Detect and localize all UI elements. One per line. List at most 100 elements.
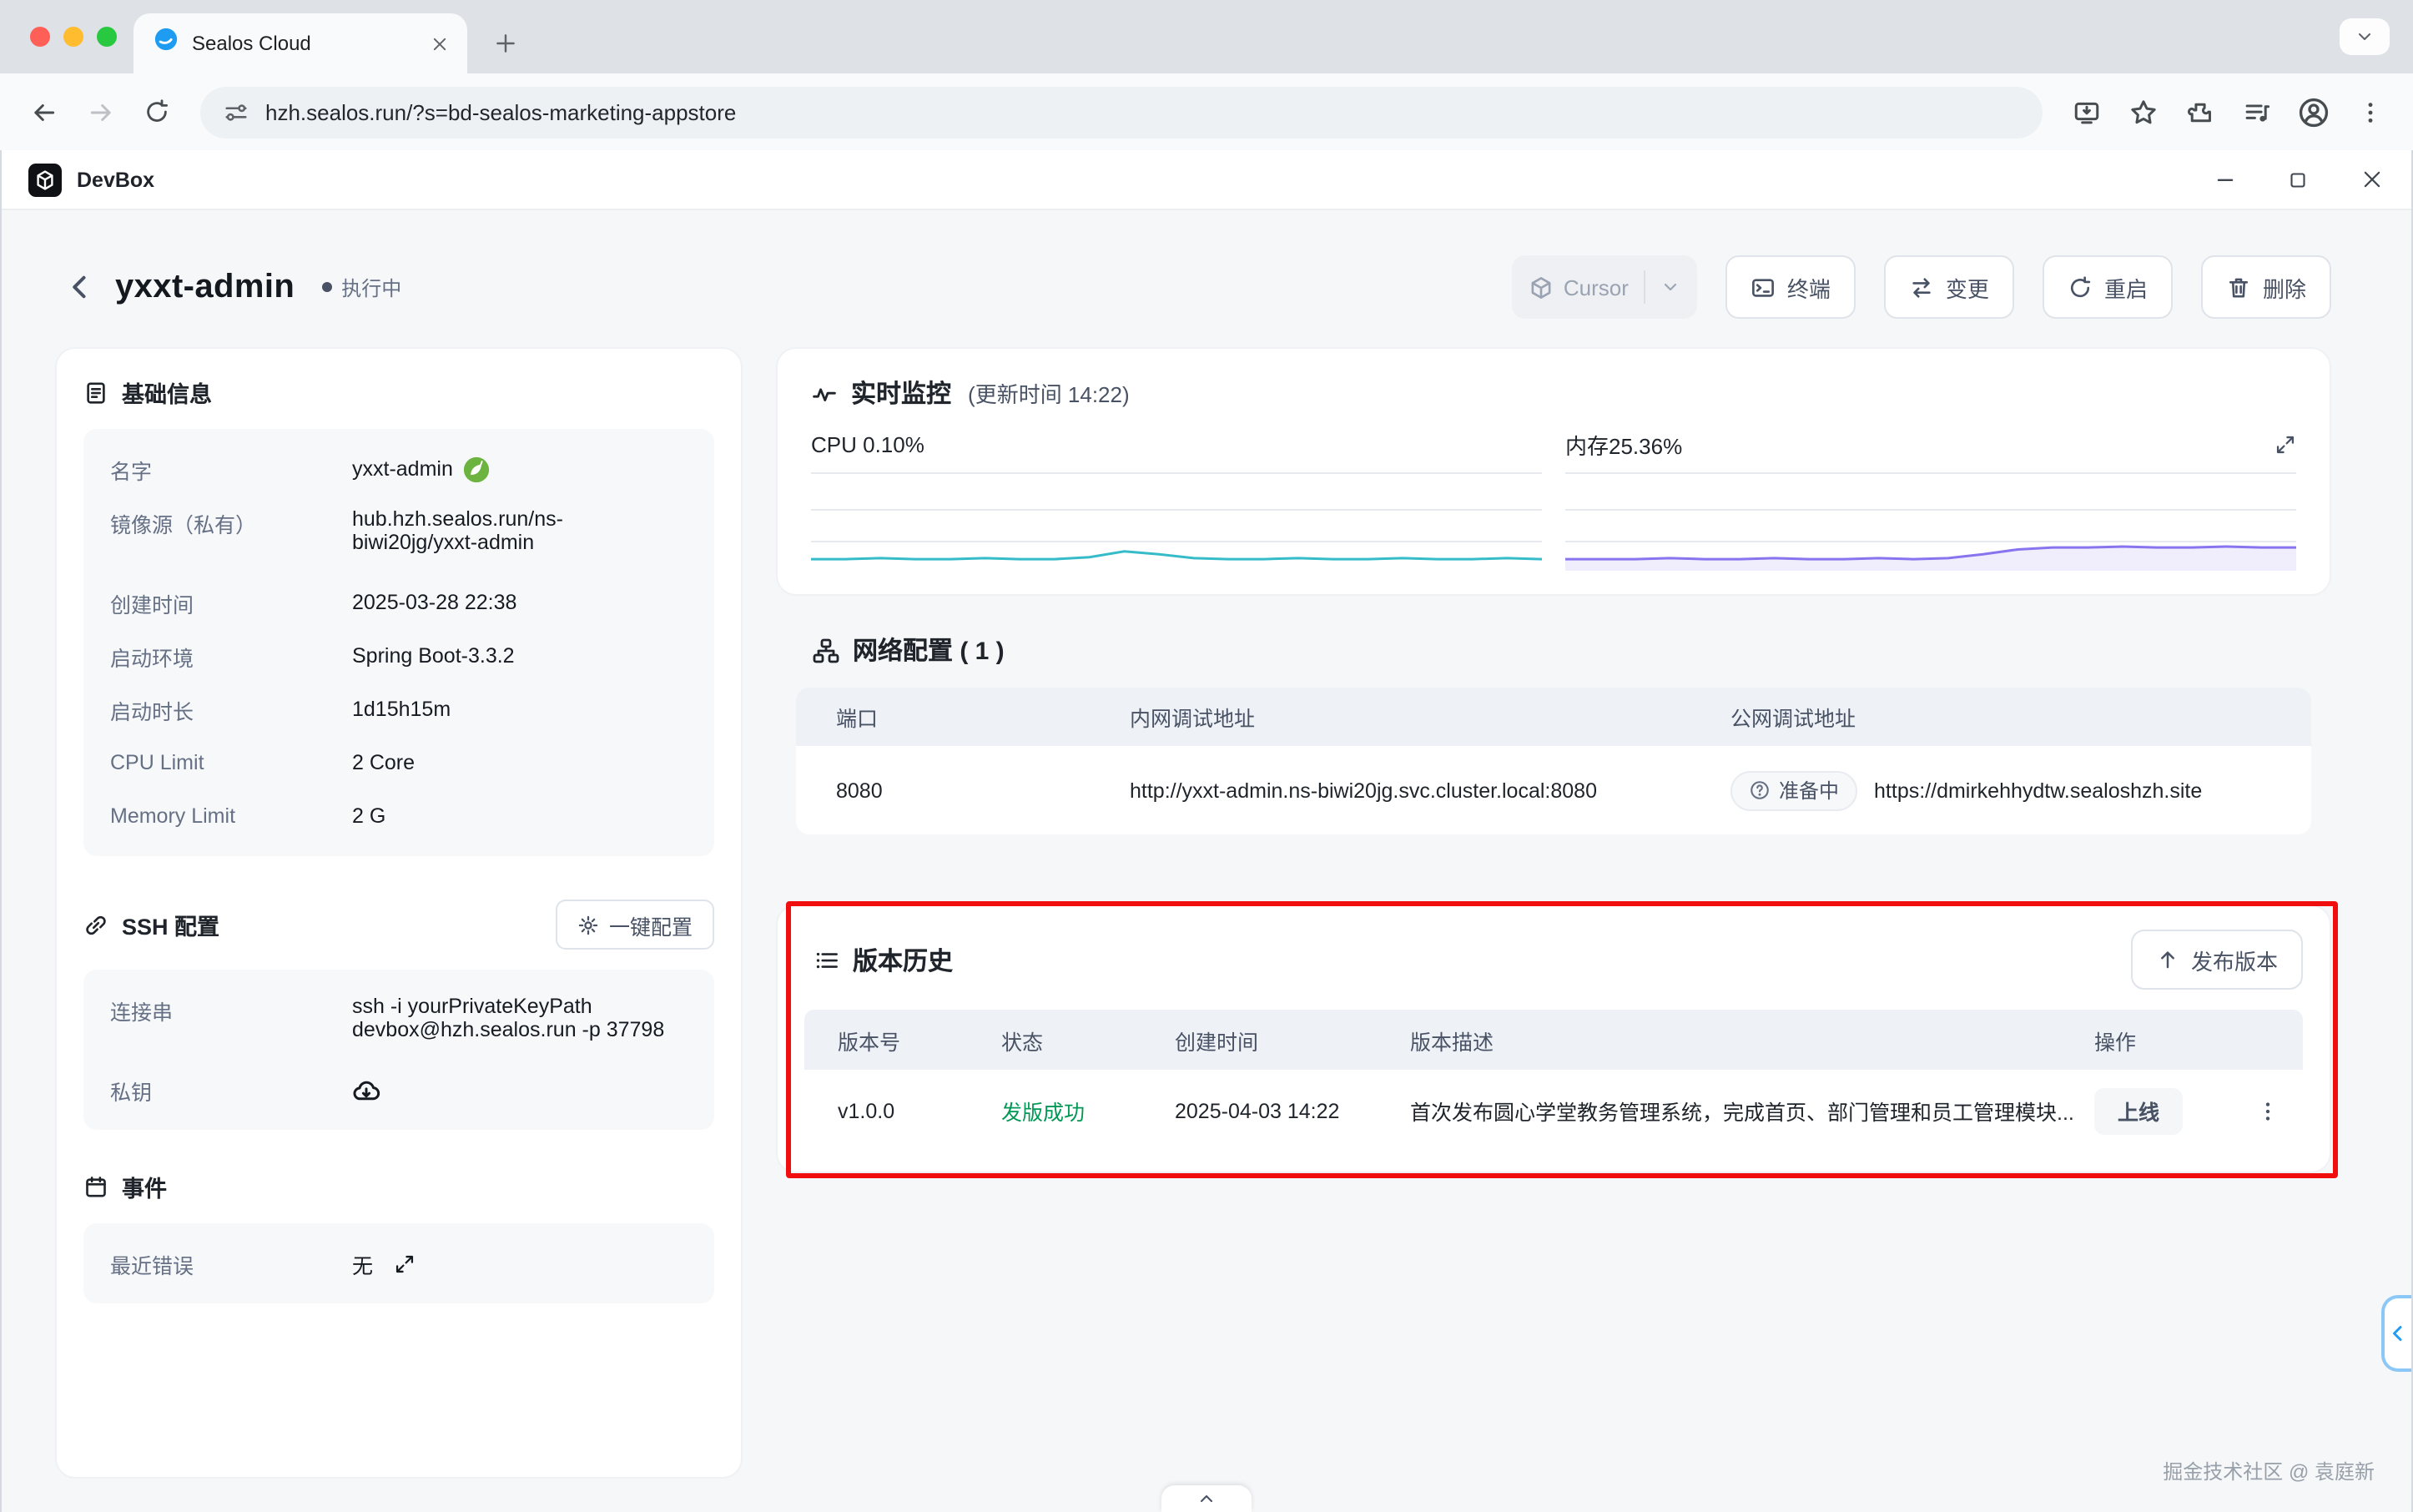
info-row: 最近错误 无 bbox=[110, 1237, 688, 1290]
col-created: 创建时间 bbox=[1175, 1024, 1410, 1056]
expand-errors-icon[interactable] bbox=[393, 1252, 415, 1274]
monitoring-update-time: (更新时间 14:22) bbox=[968, 377, 1130, 409]
devbox-logo-icon bbox=[28, 163, 62, 196]
restart-button[interactable]: 重启 bbox=[2043, 255, 2173, 319]
network-table: 端口 内网调试地址 公网调试地址 8080 http://yxxt-admin.… bbox=[796, 688, 2311, 834]
macos-minimize-button[interactable] bbox=[63, 27, 83, 47]
ssh-one-click-config-button[interactable]: 一键配置 bbox=[556, 900, 714, 950]
col-actions: 操作 bbox=[2074, 1024, 2303, 1056]
back-chevron-icon[interactable] bbox=[65, 272, 95, 302]
public-address-link[interactable]: https://dmirkehhydtw.sealoshzh.site bbox=[1874, 779, 2202, 802]
internal-address-value: http://yxxt-admin.ns-biwi20jg.svc.cluste… bbox=[1130, 779, 1730, 802]
address-bar[interactable]: hzh.sealos.run/?s=bd-sealos-marketing-ap… bbox=[200, 86, 2043, 138]
col-status: 状态 bbox=[1001, 1024, 1175, 1056]
browser-menu-button[interactable] bbox=[2343, 85, 2396, 139]
status-dot bbox=[321, 282, 331, 292]
browser-tab[interactable]: Sealos Cloud bbox=[133, 13, 467, 73]
macos-close-button[interactable] bbox=[30, 27, 50, 47]
reload-button[interactable] bbox=[130, 85, 184, 139]
screenshot-stage: Sealos Cloud hzh.sealos.run/?s=bd-sealos… bbox=[0, 0, 2413, 1512]
window-controls bbox=[2211, 166, 2385, 193]
tab-search-button[interactable] bbox=[2340, 18, 2390, 55]
install-app-button[interactable] bbox=[2059, 85, 2113, 139]
back-button[interactable] bbox=[17, 85, 70, 139]
page-header: yxxt-admin 执行中 Cursor 终端 bbox=[2, 210, 2411, 320]
row-menu-icon[interactable] bbox=[2256, 1099, 2280, 1122]
window-minimize-button[interactable] bbox=[2211, 166, 2238, 193]
info-row: 镜像源（私有） hub.hzh.sealos.run/ns-biwi20jg/y… bbox=[110, 496, 688, 576]
media-controls-button[interactable] bbox=[2229, 85, 2283, 139]
gear-icon bbox=[577, 914, 599, 935]
devbox-detail-page: yxxt-admin 执行中 Cursor 终端 bbox=[2, 210, 2411, 1512]
publish-version-button[interactable]: 发布版本 bbox=[2131, 930, 2303, 990]
watermark-text: 掘金技术社区 @ 袁庭新 bbox=[2163, 1457, 2375, 1485]
info-row: CPU Limit 2 Core bbox=[110, 736, 688, 789]
sealos-favicon-icon bbox=[154, 27, 179, 60]
cpu-chart: CPU 0.10% bbox=[811, 431, 1542, 571]
terminal-button[interactable]: 终端 bbox=[1725, 255, 1856, 319]
open-in-cursor-button[interactable]: Cursor bbox=[1512, 255, 1697, 319]
info-row: 创建时间 2025-03-28 22:38 bbox=[110, 576, 688, 629]
events-box: 最近错误 无 bbox=[83, 1223, 714, 1303]
recent-error-value: 无 bbox=[352, 1247, 373, 1279]
ssh-connection-string: ssh -i yourPrivateKeyPath devbox@hzh.sea… bbox=[352, 995, 688, 1041]
network-icon bbox=[813, 637, 839, 663]
events-icon bbox=[83, 1174, 108, 1199]
app-title: DevBox bbox=[77, 168, 154, 191]
preparing-badge: 准备中 bbox=[1730, 770, 1857, 810]
version-created-time: 2025-04-03 14:22 bbox=[1175, 1099, 1410, 1122]
col-public-address: 公网调试地址 bbox=[1730, 701, 2311, 733]
network-table-row: 8080 http://yxxt-admin.ns-biwi20jg.svc.c… bbox=[796, 746, 2311, 834]
toolbar-right-icons bbox=[2059, 85, 2396, 139]
restart-icon bbox=[2068, 275, 2093, 300]
version-number: v1.0.0 bbox=[804, 1099, 1001, 1122]
right-column: 实时监控 (更新时间 14:22) CPU 0.10% bbox=[776, 347, 2331, 1173]
tab-close-icon[interactable] bbox=[424, 28, 454, 58]
window-maximize-button[interactable] bbox=[2285, 166, 2311, 193]
version-status: 发版成功 bbox=[1001, 1095, 1175, 1126]
port-value: 8080 bbox=[796, 779, 1130, 802]
col-port: 端口 bbox=[796, 701, 1130, 733]
arrow-up-icon bbox=[2156, 948, 2179, 971]
info-row: Memory Limit 2 G bbox=[110, 789, 688, 843]
memory-chart: 内存25.36% bbox=[1565, 431, 2296, 571]
site-info-icon[interactable] bbox=[224, 99, 249, 124]
main-columns: 基础信息 名字 yxxt-admin 镜像源（私有） hub.hzh bbox=[2, 320, 2411, 1479]
activity-chart-icon bbox=[811, 380, 838, 406]
header-actions: Cursor 终端 变更 重启 bbox=[1512, 255, 2331, 319]
trash-icon bbox=[2226, 275, 2251, 300]
extensions-icon[interactable] bbox=[2173, 85, 2226, 139]
info-row: 启动环境 Spring Boot-3.3.2 bbox=[110, 629, 688, 683]
info-row: 连接串 ssh -i yourPrivateKeyPath devbox@hzh… bbox=[110, 983, 688, 1063]
version-history-card: 版本历史 发布版本 版本号 状态 创建时间 bbox=[776, 905, 2331, 1173]
network-table-header: 端口 内网调试地址 公网调试地址 bbox=[796, 688, 2311, 746]
bookmark-star-button[interactable] bbox=[2116, 85, 2169, 139]
basic-info-box: 名字 yxxt-admin 镜像源（私有） hub.hzh.sealos.run… bbox=[83, 429, 714, 856]
profile-avatar[interactable] bbox=[2286, 85, 2340, 139]
status-badge: 执行中 bbox=[321, 273, 401, 301]
delete-button[interactable]: 删除 bbox=[2201, 255, 2331, 319]
version-table-header: 版本号 状态 创建时间 版本描述 操作 bbox=[804, 1010, 2303, 1070]
forward-button[interactable] bbox=[73, 85, 127, 139]
cpu-usage-label: CPU 0.10% bbox=[811, 432, 924, 457]
cursor-button-label: Cursor bbox=[1564, 275, 1629, 300]
version-description: 首次发布圆心学堂教务管理系统，完成首页、部门管理和员工管理模块... bbox=[1410, 1095, 2074, 1126]
basic-info-card: 基础信息 名字 yxxt-admin 镜像源（私有） hub.hzh bbox=[55, 347, 743, 1479]
expand-monitoring-icon[interactable] bbox=[2274, 434, 2296, 456]
network-config-section: 网络配置 ( 1 ) 端口 内网调试地址 公网调试地址 8080 http://… bbox=[776, 633, 2331, 834]
new-tab-button[interactable] bbox=[484, 22, 527, 65]
ssh-section-header: SSH 配置 一键配置 bbox=[83, 900, 714, 950]
window-close-button[interactable] bbox=[2358, 166, 2385, 193]
status-text: 执行中 bbox=[341, 273, 401, 301]
bottom-dock-toggle[interactable] bbox=[1161, 1485, 1252, 1512]
spring-boot-icon bbox=[463, 455, 491, 483]
download-private-key-icon[interactable] bbox=[352, 1076, 380, 1104]
divider bbox=[1644, 270, 1645, 304]
memory-usage-label: 内存25.36% bbox=[1565, 429, 1682, 461]
macos-zoom-button[interactable] bbox=[97, 27, 117, 47]
changes-button[interactable]: 变更 bbox=[1884, 255, 2014, 319]
image-source-value: hub.hzh.sealos.run/ns-biwi20jg/yxxt-admi… bbox=[352, 507, 688, 554]
browser-toolbar: hzh.sealos.run/?s=bd-sealos-marketing-ap… bbox=[0, 73, 2413, 150]
side-panel-toggle[interactable] bbox=[2381, 1295, 2411, 1372]
go-online-button[interactable]: 上线 bbox=[2094, 1087, 2183, 1134]
